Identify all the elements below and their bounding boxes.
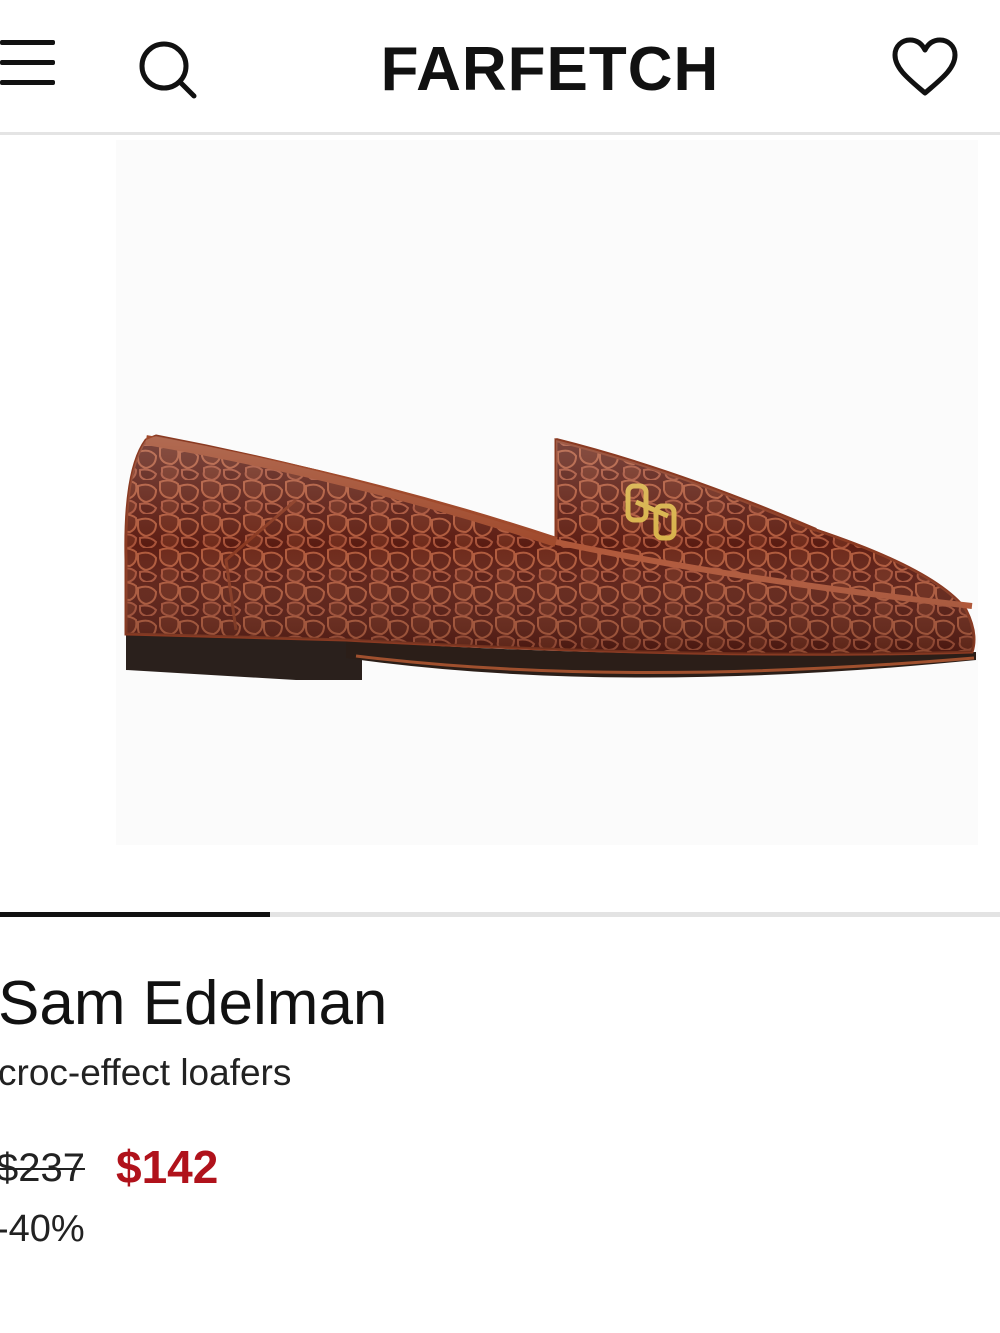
discount-badge: -40%: [0, 1208, 85, 1250]
loafer-illustration: [124, 434, 976, 680]
hamburger-menu-icon[interactable]: [0, 40, 56, 90]
menu-bar: [0, 60, 55, 65]
product-name: croc-effect loafers: [0, 1052, 292, 1093]
product-image[interactable]: [116, 140, 978, 845]
farfetch-logo[interactable]: FARFETCH: [300, 34, 800, 105]
gallery-progress-fill: [0, 912, 270, 917]
search-icon[interactable]: [136, 38, 198, 100]
sale-price: $142: [116, 1141, 219, 1193]
top-header: FARFETCH: [0, 0, 1000, 135]
heart-icon[interactable]: [890, 36, 960, 98]
product-brand[interactable]: Sam Edelman: [0, 968, 387, 1039]
menu-bar: [0, 40, 55, 45]
gallery-progress: [0, 912, 1000, 917]
menu-bar: [0, 80, 55, 85]
original-price: $237: [0, 1146, 85, 1190]
